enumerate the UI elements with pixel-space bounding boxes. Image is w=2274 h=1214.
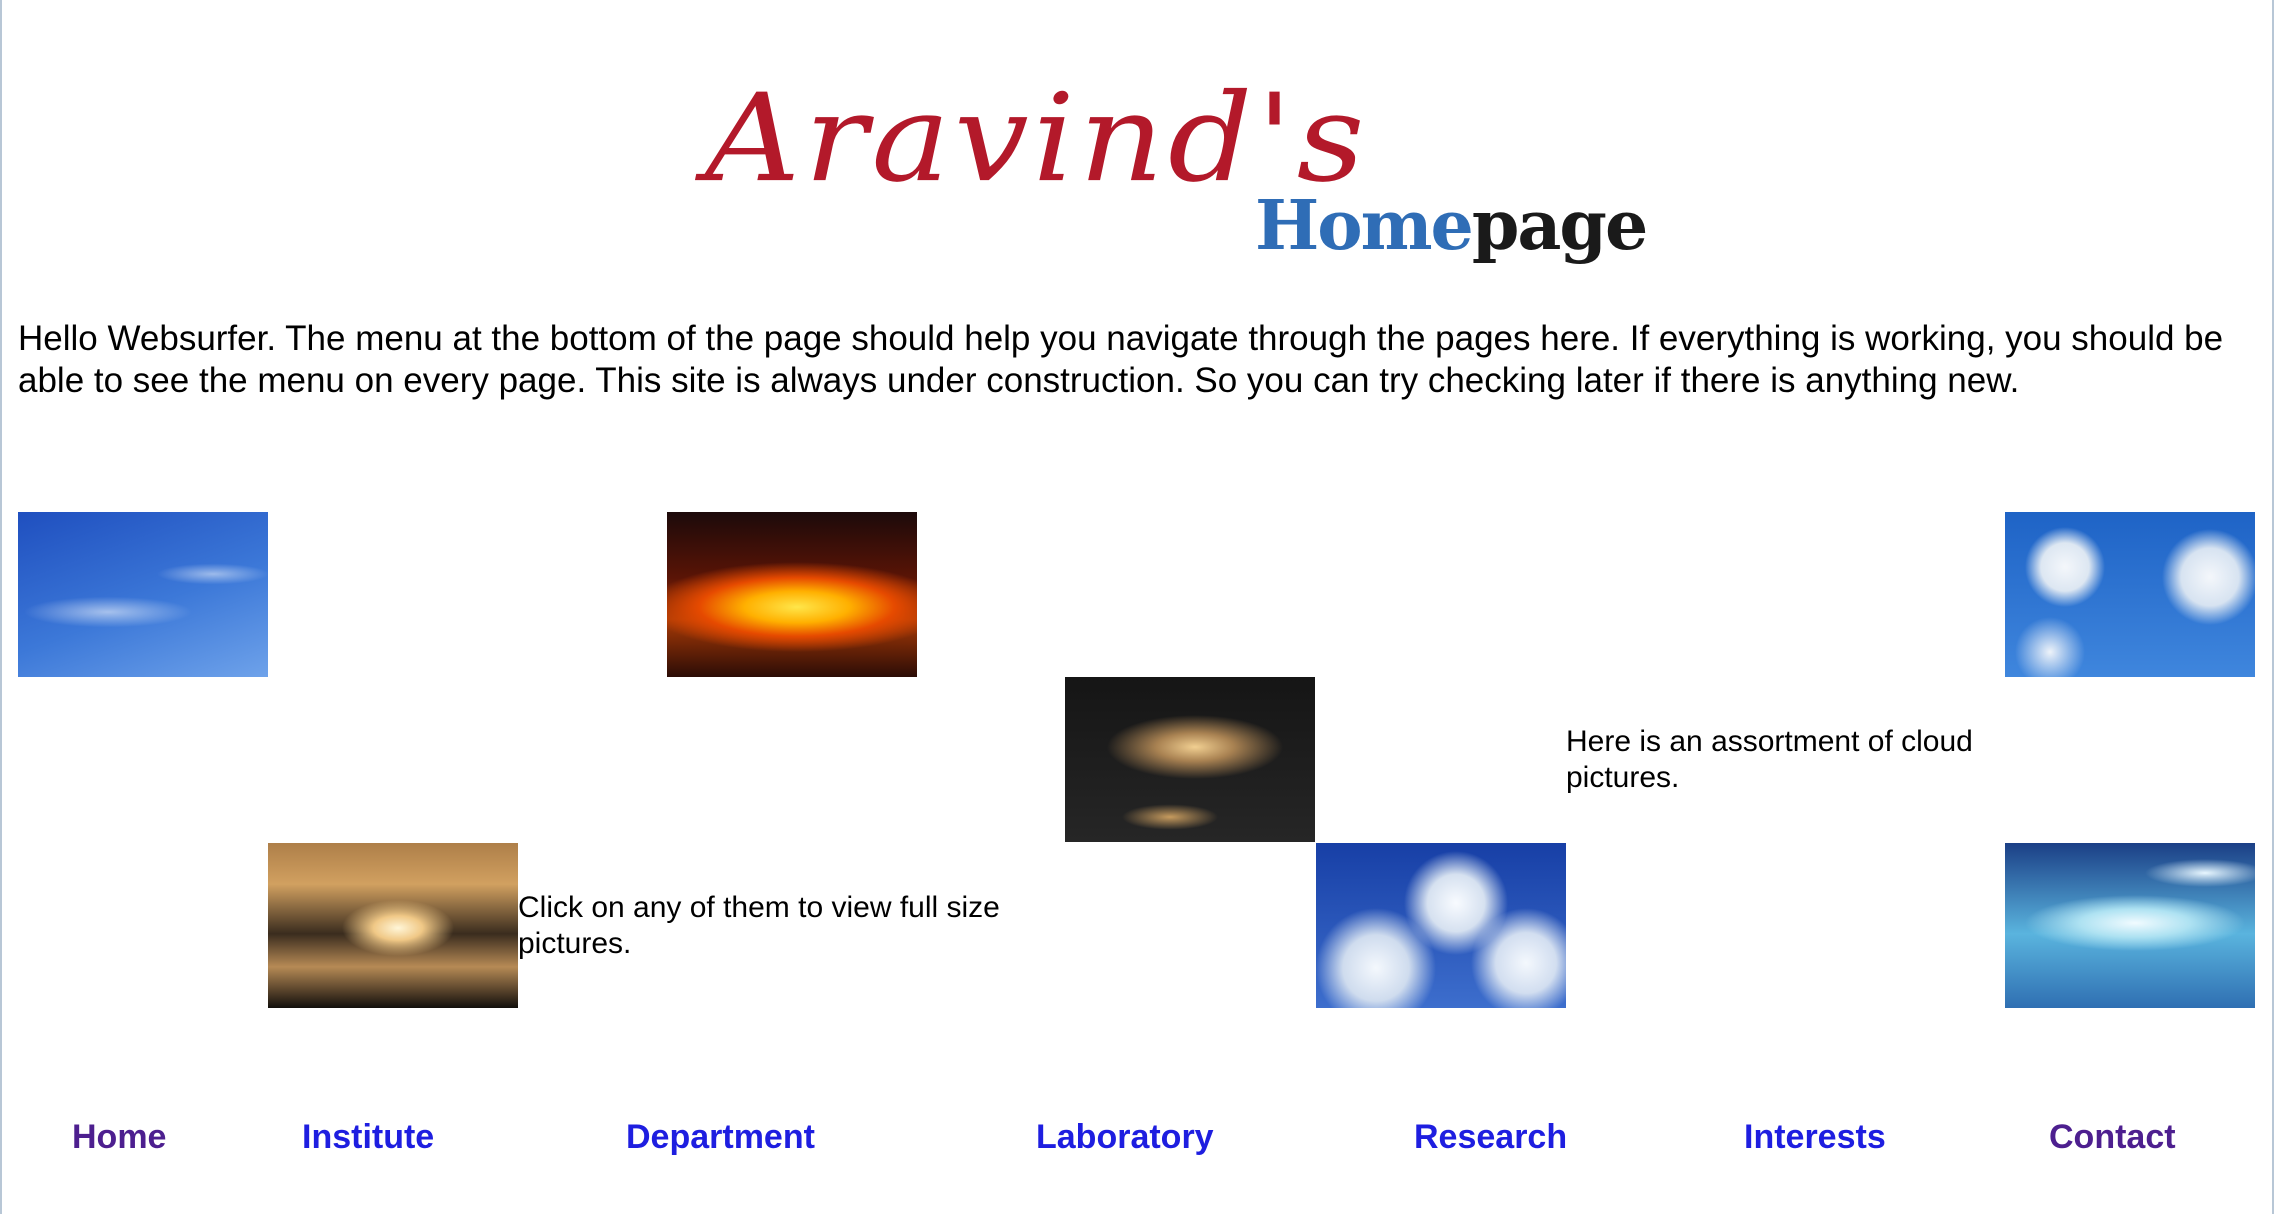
- cloud-picture-blue-sky[interactable]: [18, 512, 268, 677]
- intro-text: Hello Websurfer. The menu at the bottom …: [18, 319, 2224, 400]
- menu-link-laboratory[interactable]: Laboratory: [1036, 1117, 1214, 1157]
- menu-link-home[interactable]: Home: [72, 1117, 166, 1157]
- logo-subtitle-home: Home: [1255, 186, 1474, 266]
- site-logo: Aravind's Homepage: [690, 67, 1648, 290]
- caption-click-instruction: Click on any of them to view full size p…: [518, 891, 1000, 960]
- left-border: [0, 0, 2, 1214]
- cloud-picture-sunset[interactable]: [667, 512, 917, 677]
- menu-link-institute[interactable]: Institute: [302, 1117, 434, 1157]
- cloud-picture-white-clouds[interactable]: [2005, 512, 2255, 677]
- cloud-picture-light-sky[interactable]: [2005, 843, 2255, 1008]
- menu-link-interests[interactable]: Interests: [1744, 1117, 1886, 1157]
- cloud-picture-cumulus[interactable]: [1316, 843, 1566, 1008]
- logo-subtitle: Homepage: [1255, 192, 1648, 260]
- cloud-picture-sun-behind-cloud[interactable]: [268, 843, 518, 1008]
- menu-link-department[interactable]: Department: [626, 1117, 815, 1157]
- menu-link-research[interactable]: Research: [1414, 1117, 1567, 1157]
- logo-title: Aravind's: [705, 67, 1369, 210]
- cloud-picture-dark-night[interactable]: [1065, 677, 1315, 842]
- caption-assortment: Here is an assortment of cloud pictures.: [1566, 725, 1973, 794]
- menu-link-contact[interactable]: Contact: [2049, 1117, 2176, 1157]
- logo-subtitle-page: page: [1471, 186, 1648, 266]
